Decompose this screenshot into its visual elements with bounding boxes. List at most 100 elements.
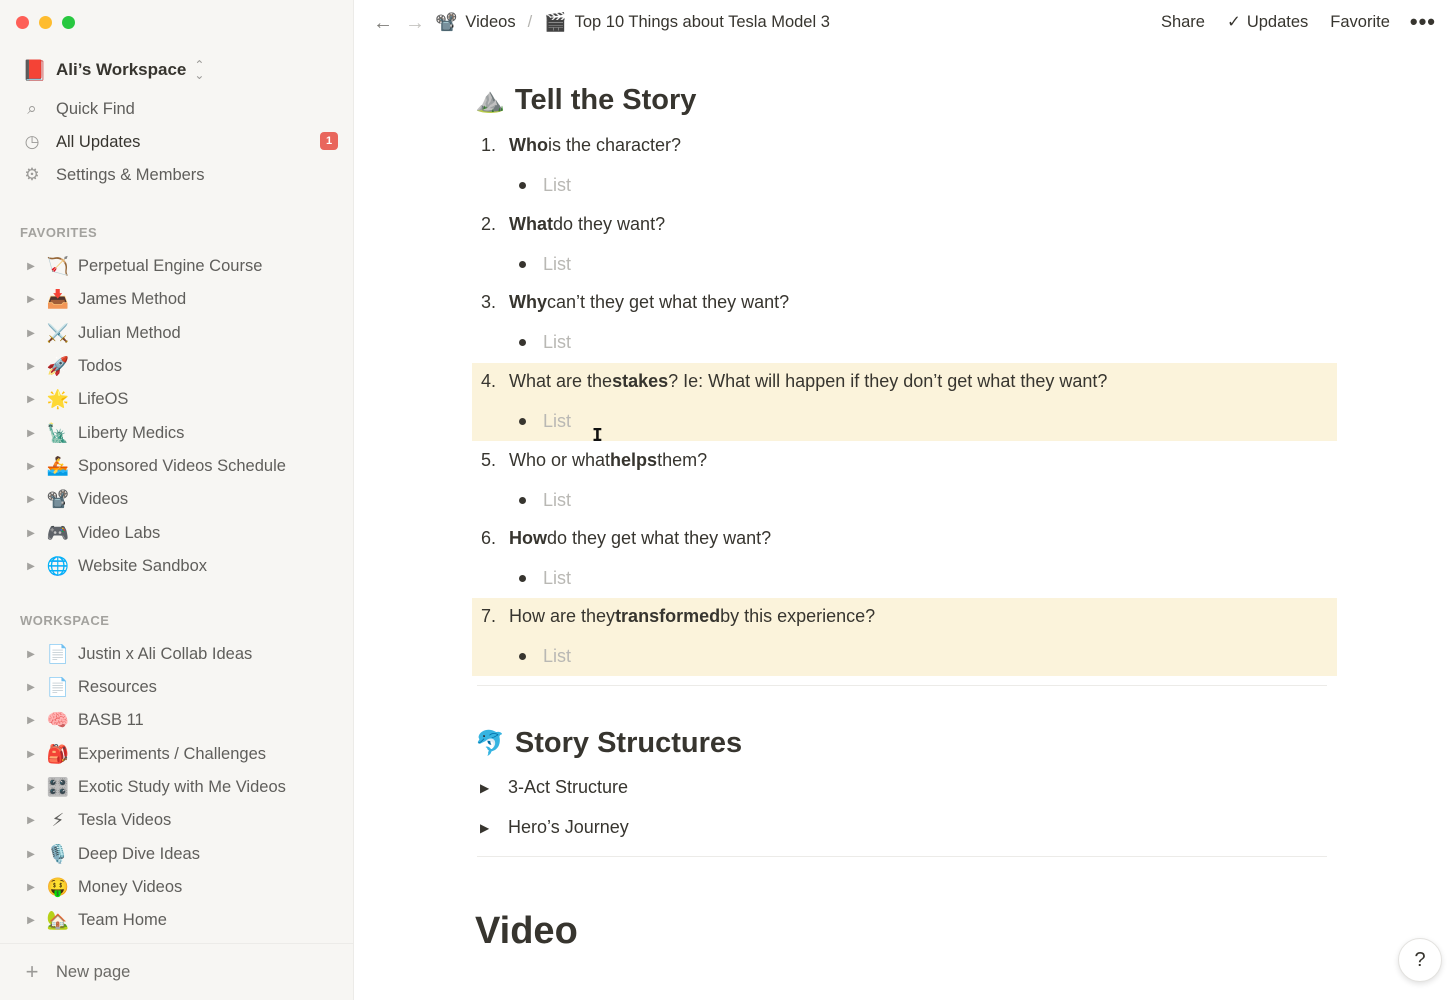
sidebar-item-lifeos[interactable]: ▶ 🌟 LifeOS bbox=[22, 384, 342, 414]
bulleted-list-item[interactable]: List bbox=[519, 254, 571, 275]
toggle-3-act-structure[interactable]: ▶ 3-Act Structure bbox=[480, 777, 628, 798]
numbered-list-item[interactable]: 7. How are they transformed by this exper… bbox=[472, 598, 1337, 676]
sidebar-item-resources[interactable]: ▶ 📄 Resources bbox=[22, 672, 342, 702]
expand-caret-icon[interactable]: ▶ bbox=[22, 649, 40, 660]
updates-button[interactable]: ✓ Updates bbox=[1227, 12, 1308, 32]
bulleted-list-item[interactable]: List bbox=[519, 568, 571, 589]
breadcrumb-current-page[interactable]: Top 10 Things about Tesla Model 3 bbox=[575, 13, 830, 32]
divider bbox=[477, 856, 1327, 857]
sidebar-item-perpetual-engine-course[interactable]: ▶ 🏹 Perpetual Engine Course bbox=[22, 251, 342, 281]
rowboat-icon: 🚣 bbox=[46, 455, 70, 476]
help-button[interactable]: ? bbox=[1398, 938, 1442, 982]
breadcrumb-videos[interactable]: Videos bbox=[465, 13, 515, 32]
crossed-swords-icon: ⚔️ bbox=[46, 322, 70, 343]
workspace-section-label: WORKSPACE bbox=[20, 613, 110, 628]
expand-caret-icon[interactable]: ▶ bbox=[22, 782, 40, 793]
sidebar-item-label: Liberty Medics bbox=[78, 423, 185, 442]
expand-caret-icon[interactable]: ▶ bbox=[22, 749, 40, 760]
expand-caret-icon[interactable]: ▶ bbox=[22, 682, 40, 693]
expand-caret-icon[interactable]: ▶ bbox=[22, 328, 40, 339]
bullet-icon bbox=[519, 497, 526, 504]
sidebar-item-deep-dive-ideas[interactable]: ▶ 🎙️ Deep Dive Ideas bbox=[22, 839, 342, 869]
bullet-icon bbox=[519, 575, 526, 582]
share-button[interactable]: Share bbox=[1161, 13, 1205, 32]
list-number: 4. bbox=[481, 371, 497, 391]
sidebar-item-liberty-medics[interactable]: ▶ 🗽 Liberty Medics bbox=[22, 418, 342, 448]
question-bold: How bbox=[509, 528, 547, 548]
toggle-triangle-icon[interactable]: ▶ bbox=[480, 781, 500, 795]
bulleted-list-item[interactable]: List bbox=[519, 411, 571, 432]
expand-caret-icon[interactable]: ▶ bbox=[22, 849, 40, 860]
workspace-name: Ali’s Workspace bbox=[56, 60, 187, 79]
expand-caret-icon[interactable]: ▶ bbox=[22, 528, 40, 539]
maximize-window-button[interactable] bbox=[62, 16, 75, 29]
sidebar-item-website-sandbox[interactable]: ▶ 🌐 Website Sandbox bbox=[22, 551, 342, 581]
expand-caret-icon[interactable]: ▶ bbox=[22, 715, 40, 726]
expand-caret-icon[interactable]: ▶ bbox=[22, 394, 40, 405]
sidebar-item-james-method[interactable]: ▶ 📥 James Method bbox=[22, 284, 342, 314]
heading-video[interactable]: Video bbox=[475, 910, 578, 953]
numbered-list-item[interactable]: 5. Who or what helps them? List bbox=[472, 442, 1337, 520]
updates-label: Updates bbox=[1246, 13, 1309, 31]
numbered-list-item[interactable]: 6. How do they get what they want? List bbox=[472, 520, 1337, 598]
numbered-list-item[interactable]: 2. What do they want? List bbox=[472, 206, 1337, 284]
sidebar-item-sponsored-videos-schedule[interactable]: ▶ 🚣 Sponsored Videos Schedule bbox=[22, 451, 342, 481]
page-icon: 📄 bbox=[46, 643, 70, 664]
question-bold: Why bbox=[509, 292, 547, 312]
bulleted-list-item[interactable]: List bbox=[519, 490, 571, 511]
sidebar-item-todos[interactable]: ▶ 🚀 Todos bbox=[22, 351, 342, 381]
sidebar-item-team-home[interactable]: ▶ 🏡 Team Home bbox=[22, 905, 342, 935]
bulleted-list-item[interactable]: List bbox=[519, 332, 571, 353]
quick-find-item[interactable]: ⌕ Quick Find bbox=[22, 95, 338, 123]
sidebar-item-label: Julian Method bbox=[78, 323, 181, 342]
sidebar-item-video-labs[interactable]: ▶ 🎮 Video Labs bbox=[22, 518, 342, 548]
brain-icon: 🧠 bbox=[46, 709, 70, 730]
sidebar-item-label: Perpetual Engine Course bbox=[78, 256, 263, 275]
toggle-label: Hero’s Journey bbox=[508, 817, 629, 837]
sidebar-item-label: Deep Dive Ideas bbox=[78, 844, 200, 863]
expand-caret-icon[interactable]: ▶ bbox=[22, 882, 40, 893]
sidebar-item-tesla-videos[interactable]: ▶ ⚡ Tesla Videos bbox=[22, 805, 342, 835]
toggle-heros-journey[interactable]: ▶ Hero’s Journey bbox=[480, 817, 629, 838]
expand-caret-icon[interactable]: ▶ bbox=[22, 461, 40, 472]
sidebar-item-justin-x-ali-collab-ideas[interactable]: ▶ 📄 Justin x Ali Collab Ideas bbox=[22, 639, 342, 669]
expand-caret-icon[interactable]: ▶ bbox=[22, 561, 40, 572]
list-placeholder: List bbox=[543, 254, 572, 274]
expand-caret-icon[interactable]: ▶ bbox=[22, 294, 40, 305]
favorite-button[interactable]: Favorite bbox=[1330, 13, 1390, 32]
heading-tell-the-story[interactable]: ⛰️ Tell the Story bbox=[475, 84, 696, 117]
toggle-triangle-icon[interactable]: ▶ bbox=[480, 821, 500, 835]
numbered-list-item[interactable]: 3. Why can’t they get what they want? Lis… bbox=[472, 284, 1337, 362]
sidebar-item-basb-11[interactable]: ▶ 🧠 BASB 11 bbox=[22, 705, 342, 735]
expand-caret-icon[interactable]: ▶ bbox=[22, 361, 40, 372]
settings-members-label: Settings & Members bbox=[56, 165, 205, 184]
workspace-switcher[interactable]: 📕 Ali’s Workspace ⌃ ⌄ bbox=[22, 57, 204, 83]
forward-arrow-icon[interactable]: → bbox=[405, 12, 425, 35]
numbered-list-item[interactable]: 1. Who is the character? List bbox=[472, 127, 1337, 205]
heading-text: Story Structures bbox=[514, 727, 743, 759]
expand-caret-icon[interactable]: ▶ bbox=[22, 428, 40, 439]
heading-story-structures[interactable]: 🐬 Story Structures bbox=[475, 727, 742, 760]
expand-caret-icon[interactable]: ▶ bbox=[22, 815, 40, 826]
plus-icon: + bbox=[25, 959, 39, 984]
inbox-tray-icon: 📥 bbox=[46, 288, 70, 309]
new-page-button[interactable]: + New page bbox=[0, 943, 354, 1000]
question-text: do they want? bbox=[553, 214, 666, 234]
minimize-window-button[interactable] bbox=[39, 16, 52, 29]
sidebar-item-videos[interactable]: ▶ 📽️ Videos bbox=[22, 484, 342, 514]
more-options-icon[interactable]: ••• bbox=[1410, 11, 1436, 33]
sidebar-item-julian-method[interactable]: ▶ ⚔️ Julian Method bbox=[22, 318, 342, 348]
settings-members-item[interactable]: ⚙ Settings & Members bbox=[22, 161, 338, 189]
question-text-prefix: What are the bbox=[509, 371, 613, 391]
all-updates-item[interactable]: ◷ All Updates 1 bbox=[22, 128, 338, 156]
bulleted-list-item[interactable]: List bbox=[519, 646, 571, 667]
sidebar-item-experiments-challenges[interactable]: ▶ 🎒 Experiments / Challenges bbox=[22, 739, 342, 769]
expand-caret-icon[interactable]: ▶ bbox=[22, 494, 40, 505]
expand-caret-icon[interactable]: ▶ bbox=[22, 915, 40, 926]
close-window-button[interactable] bbox=[16, 16, 29, 29]
expand-caret-icon[interactable]: ▶ bbox=[22, 261, 40, 272]
sidebar-item-exotic-study-with-me-videos[interactable]: ▶ 🎛️ Exotic Study with Me Videos bbox=[22, 772, 342, 802]
sidebar-item-money-videos[interactable]: ▶ 🤑 Money Videos bbox=[22, 872, 342, 902]
back-arrow-icon[interactable]: ← bbox=[373, 12, 393, 35]
bulleted-list-item[interactable]: List bbox=[519, 175, 571, 196]
